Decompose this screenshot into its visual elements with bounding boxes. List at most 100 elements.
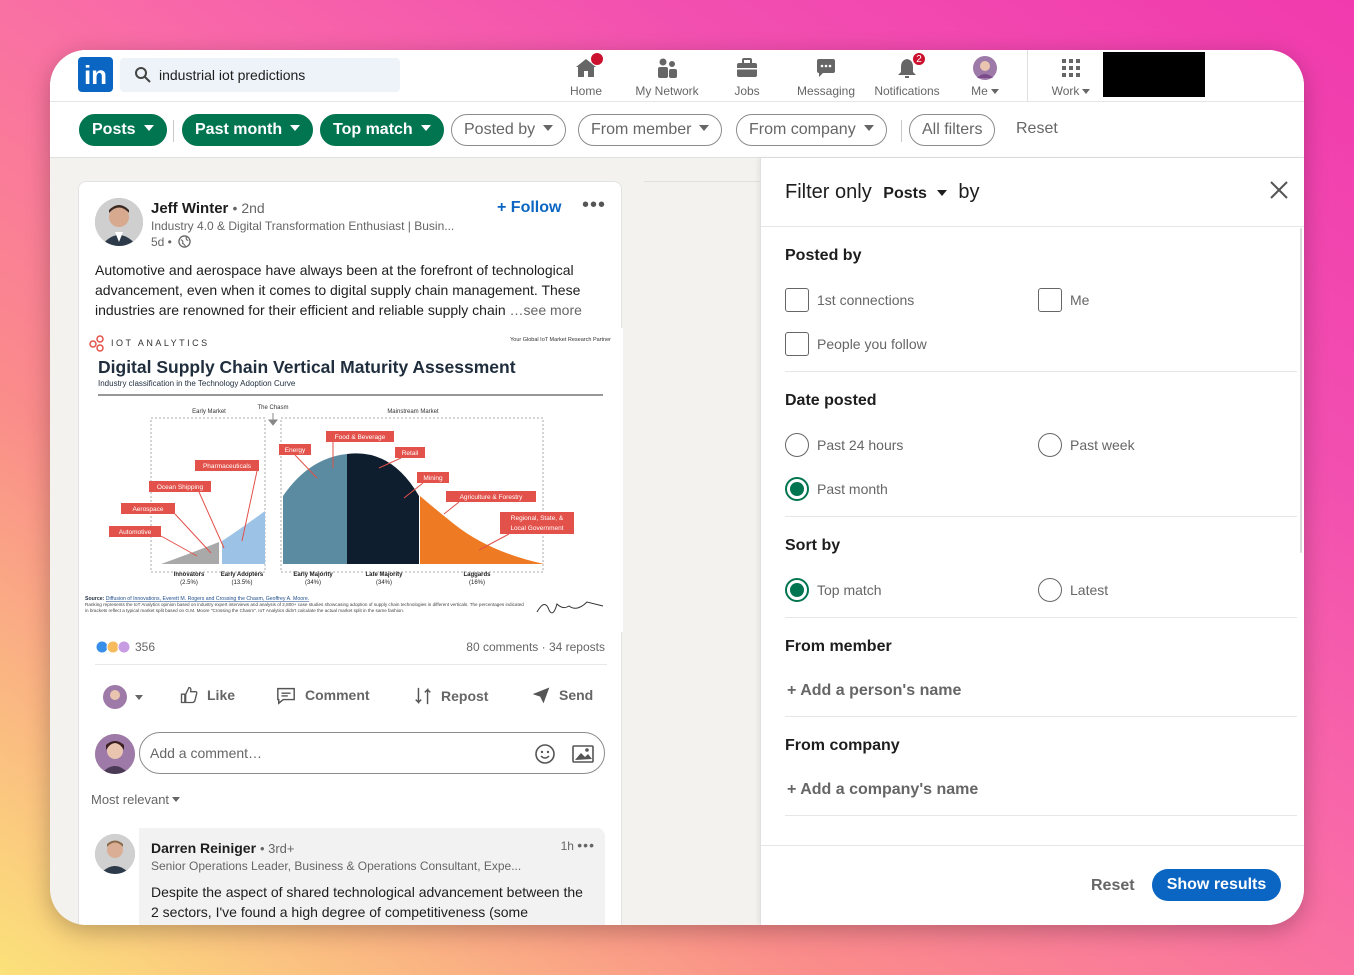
option-past-week[interactable]: Past week — [1038, 433, 1135, 457]
notifications-count-badge: 2 — [912, 52, 926, 66]
filter-posted-by[interactable]: Posted by — [451, 114, 567, 146]
label-pharmaceuticals: Pharmaceuticals — [203, 463, 252, 470]
mainstream-label: Mainstream Market — [387, 409, 439, 415]
panel-reset-button[interactable]: Reset — [1091, 877, 1135, 895]
checkbox[interactable] — [785, 288, 809, 312]
option-label: Me — [1070, 292, 1090, 308]
option-past-month[interactable]: Past month — [785, 477, 888, 501]
comment-icon — [277, 687, 295, 705]
all-filters-button[interactable]: All filters — [909, 114, 996, 146]
scrollbar-thumb[interactable] — [1300, 228, 1302, 553]
option-1st-connections[interactable]: 1st connections — [785, 288, 914, 312]
nav-notifications-label: Notifications — [874, 84, 940, 98]
iot-analytics-logo — [89, 335, 104, 352]
post-time-text: 5d • — [151, 235, 172, 249]
reply-time: 1h ••• — [561, 837, 595, 853]
like-button[interactable]: Like — [179, 685, 235, 705]
option-people-you-follow[interactable]: People you follow — [785, 332, 927, 356]
repost-button[interactable]: Repost — [413, 685, 488, 707]
filter-posts[interactable]: Posts — [79, 114, 167, 146]
radio-selected[interactable] — [785, 578, 809, 602]
search-input[interactable]: industrial iot predictions — [159, 67, 305, 83]
filter-past-month[interactable]: Past month — [182, 114, 314, 146]
option-me[interactable]: Me — [1038, 288, 1089, 312]
post-stats[interactable]: 80 comments · 34 reposts — [466, 640, 605, 654]
seg-early-majority-pct: (34%) — [305, 580, 321, 586]
author-headline: Industry 4.0 & Digital Transformation En… — [151, 219, 455, 233]
radio[interactable] — [785, 433, 809, 457]
checkbox[interactable] — [1038, 288, 1062, 312]
post-author-name[interactable]: Jeff Winter • 2nd — [151, 200, 265, 217]
linkedin-logo[interactable]: in — [78, 57, 113, 92]
panel-scrollbar[interactable] — [1298, 228, 1304, 828]
search-box[interactable]: industrial iot predictions — [120, 58, 400, 92]
author-avatar[interactable] — [95, 198, 143, 246]
nav-messaging[interactable]: Messaging — [794, 54, 858, 98]
show-results-button[interactable]: Show results — [1152, 869, 1281, 901]
label-food-beverage: Food & Beverage — [335, 434, 386, 441]
radio-selected[interactable] — [785, 477, 809, 501]
post-body: Automotive and aerospace have always bee… — [95, 260, 609, 320]
close-icon[interactable] — [1268, 179, 1290, 201]
filter-top-match[interactable]: Top match — [320, 114, 444, 146]
content-type-dropdown[interactable]: Posts — [883, 185, 947, 202]
send-icon — [532, 687, 550, 704]
by-label: by — [958, 181, 980, 203]
reply-author-avatar[interactable] — [95, 834, 135, 874]
comment-button[interactable]: Comment — [275, 685, 370, 705]
nav-jobs[interactable]: Jobs — [730, 54, 764, 98]
filter-only-label: Filter only — [785, 181, 872, 203]
more-options-icon[interactable]: ••• — [582, 194, 606, 217]
seg-laggards: Laggards — [463, 572, 491, 578]
option-latest[interactable]: Latest — [1038, 578, 1108, 602]
from-member-heading: From member — [785, 638, 892, 655]
nav-notifications[interactable]: 2 Notifications — [870, 52, 944, 98]
repost-label: Repost — [441, 688, 489, 704]
reactions-summary[interactable]: 356 — [95, 640, 155, 654]
content-type-label: Posts — [883, 185, 927, 202]
filter-divider — [173, 120, 174, 142]
filter-bar: Posts Past month Top match Posted by Fro… — [50, 102, 1304, 158]
radio[interactable] — [1038, 433, 1062, 457]
emoji-icon[interactable] — [534, 743, 556, 765]
nav-work[interactable]: Work — [1048, 54, 1094, 98]
reply-author[interactable]: Darren Reiniger • 3rd+ — [151, 840, 294, 856]
reply-time-text: 1h — [560, 839, 574, 853]
follow-button[interactable]: + Follow — [497, 199, 561, 217]
option-top-match[interactable]: Top match — [785, 578, 882, 602]
see-more-link[interactable]: …see more — [510, 302, 582, 318]
option-label: Past week — [1070, 437, 1135, 453]
filter-from-company[interactable]: From company — [736, 114, 887, 146]
add-person-button[interactable]: + Add a person's name — [787, 682, 961, 700]
filter-from-member[interactable]: From member — [578, 114, 723, 146]
comment-input[interactable]: Add a comment… — [139, 732, 605, 774]
redacted-box — [1103, 52, 1205, 97]
reaction-avatar-selector[interactable] — [103, 685, 143, 709]
filter-past-month-label: Past month — [195, 121, 283, 138]
all-filters-label: All filters — [922, 121, 983, 138]
label-energy: Energy — [285, 447, 306, 454]
send-label: Send — [559, 687, 594, 703]
option-label: Past month — [817, 481, 888, 497]
send-button[interactable]: Send — [531, 685, 593, 705]
option-past-24-hours[interactable]: Past 24 hours — [785, 433, 903, 457]
filter-reset-link[interactable]: Reset — [1016, 120, 1058, 138]
reply-degree: • 3rd+ — [259, 841, 295, 856]
early-market-label: Early Market — [192, 409, 226, 415]
image-icon[interactable] — [572, 744, 594, 764]
more-options-icon[interactable]: ••• — [577, 837, 595, 853]
nav-my-network[interactable]: My Network — [632, 54, 702, 98]
post-image[interactable]: IOT ANALYTICS Your Global IoT Market Res… — [79, 328, 623, 632]
nav-home[interactable]: Home — [566, 52, 606, 98]
add-company-button[interactable]: + Add a company's name — [787, 781, 978, 799]
radio[interactable] — [1038, 578, 1062, 602]
chasm-label: The Chasm — [257, 405, 288, 411]
checkbox[interactable] — [785, 332, 809, 356]
nav-me[interactable]: Me — [968, 54, 1002, 98]
chevron-down-icon — [135, 694, 143, 700]
section-divider — [785, 617, 1297, 618]
posted-by-heading: Posted by — [785, 247, 862, 264]
comment-sort[interactable]: Most relevant — [91, 792, 181, 807]
infographic-subtitle: Industry classification in the Technolog… — [98, 379, 296, 388]
filter-divider — [901, 120, 902, 142]
